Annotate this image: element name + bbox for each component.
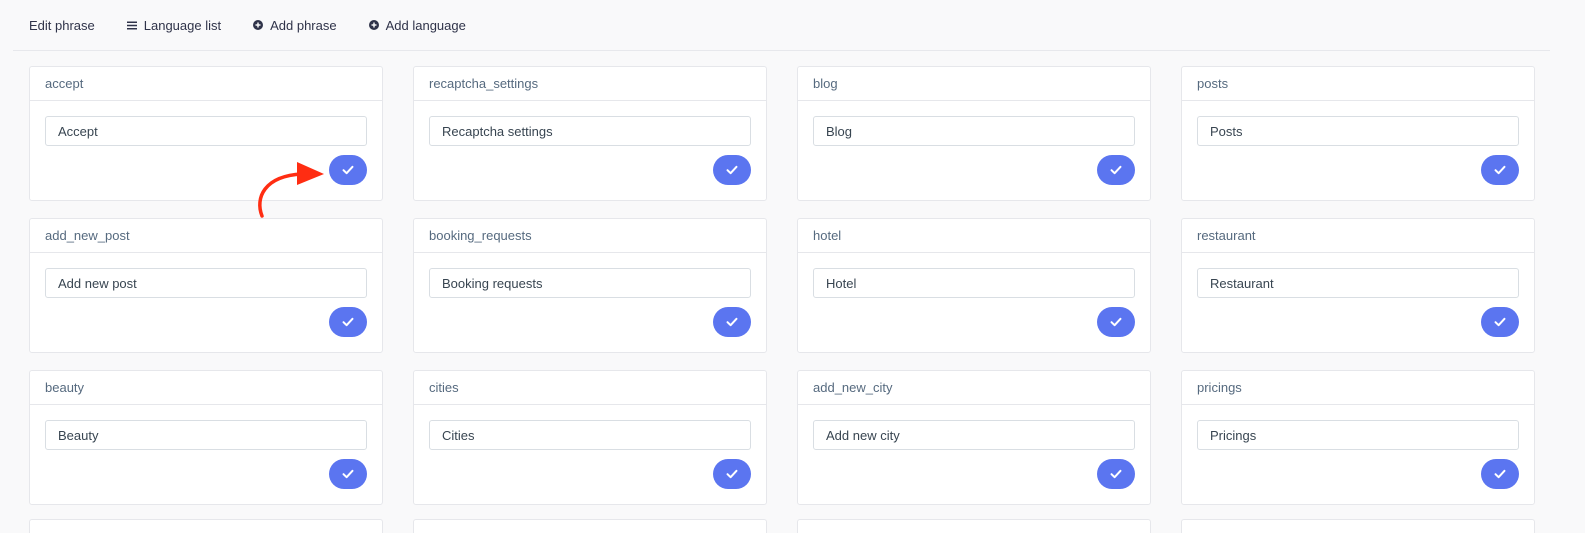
phrase-value-input[interactable] [1197,268,1519,298]
save-phrase-button[interactable] [329,307,367,337]
check-icon [1494,165,1506,175]
phrase-card: recaptcha_settings [413,66,767,201]
phrase-value-input[interactable] [1197,420,1519,450]
phrase-value-input[interactable] [813,116,1135,146]
tab-label: Add phrase [270,17,337,33]
phrase-value-input[interactable] [45,268,367,298]
phrase-key: restaurant [1182,219,1534,253]
plus-circle-icon [368,20,379,30]
plus-circle-icon [253,20,264,30]
phrase-value-input[interactable] [813,268,1135,298]
phrase-key: add_new_city [798,371,1150,405]
phrase-card [797,519,1151,533]
tab-edit-phrase[interactable]: Edit phrase [13,10,111,40]
check-icon [1110,317,1122,327]
save-phrase-button[interactable] [1481,459,1519,489]
phrase-value-input[interactable] [429,268,751,298]
next-row-partial [29,519,1535,533]
language-tabs: Edit phrase Language list Add phrase Add… [13,0,1550,51]
tab-add-language[interactable]: Add language [353,10,482,40]
phrase-key: recaptcha_settings [414,67,766,101]
phrase-card: posts [1181,66,1535,201]
phrase-key: hotel [798,219,1150,253]
phrase-key: pricings [1182,371,1534,405]
save-phrase-button[interactable] [1481,155,1519,185]
phrase-card [29,519,383,533]
save-phrase-button[interactable] [1097,307,1135,337]
check-icon [342,165,354,175]
tab-label: Add language [385,17,466,33]
phrase-value-input[interactable] [429,420,751,450]
save-phrase-button[interactable] [329,155,367,185]
save-phrase-button[interactable] [1097,155,1135,185]
check-icon [726,469,738,479]
check-icon [1110,165,1122,175]
phrase-key: cities [414,371,766,405]
phrase-key: booking_requests [414,219,766,253]
save-phrase-button[interactable] [713,459,751,489]
check-icon [1494,317,1506,327]
phrase-value-input[interactable] [813,420,1135,450]
phrase-card: add_new_post [29,218,383,353]
list-icon [126,20,137,30]
phrase-key: blog [798,67,1150,101]
phrase-key: accept [30,67,382,101]
phrase-card: booking_requests [413,218,767,353]
phrase-card: hotel [797,218,1151,353]
phrase-key: add_new_post [30,219,382,253]
tab-language-list[interactable]: Language list [111,10,237,40]
phrase-card: pricings [1181,370,1535,505]
check-icon [726,165,738,175]
check-icon [726,317,738,327]
save-phrase-button[interactable] [713,307,751,337]
tab-label: Edit phrase [29,17,95,33]
tab-add-phrase[interactable]: Add phrase [237,10,353,40]
save-phrase-button[interactable] [1097,459,1135,489]
phrase-value-input[interactable] [1197,116,1519,146]
phrase-value-input[interactable] [45,116,367,146]
tab-label: Language list [143,17,222,33]
phrase-value-input[interactable] [45,420,367,450]
phrase-key: beauty [30,371,382,405]
phrase-card [413,519,767,533]
save-phrase-button[interactable] [1481,307,1519,337]
check-icon [1494,469,1506,479]
phrase-card: restaurant [1181,218,1535,353]
phrase-card: cities [413,370,767,505]
check-icon [1110,469,1122,479]
save-phrase-button[interactable] [713,155,751,185]
annotation-arrow-icon [258,162,324,218]
phrase-card: add_new_city [797,370,1151,505]
phrase-value-input[interactable] [429,116,751,146]
check-icon [342,317,354,327]
phrase-card: blog [797,66,1151,201]
phrase-card [1181,519,1535,533]
check-icon [342,469,354,479]
save-phrase-button[interactable] [329,459,367,489]
phrase-key: posts [1182,67,1534,101]
phrase-grid: accept recaptcha_settings blog posts add_new… [29,66,1535,505]
phrase-card: beauty [29,370,383,505]
